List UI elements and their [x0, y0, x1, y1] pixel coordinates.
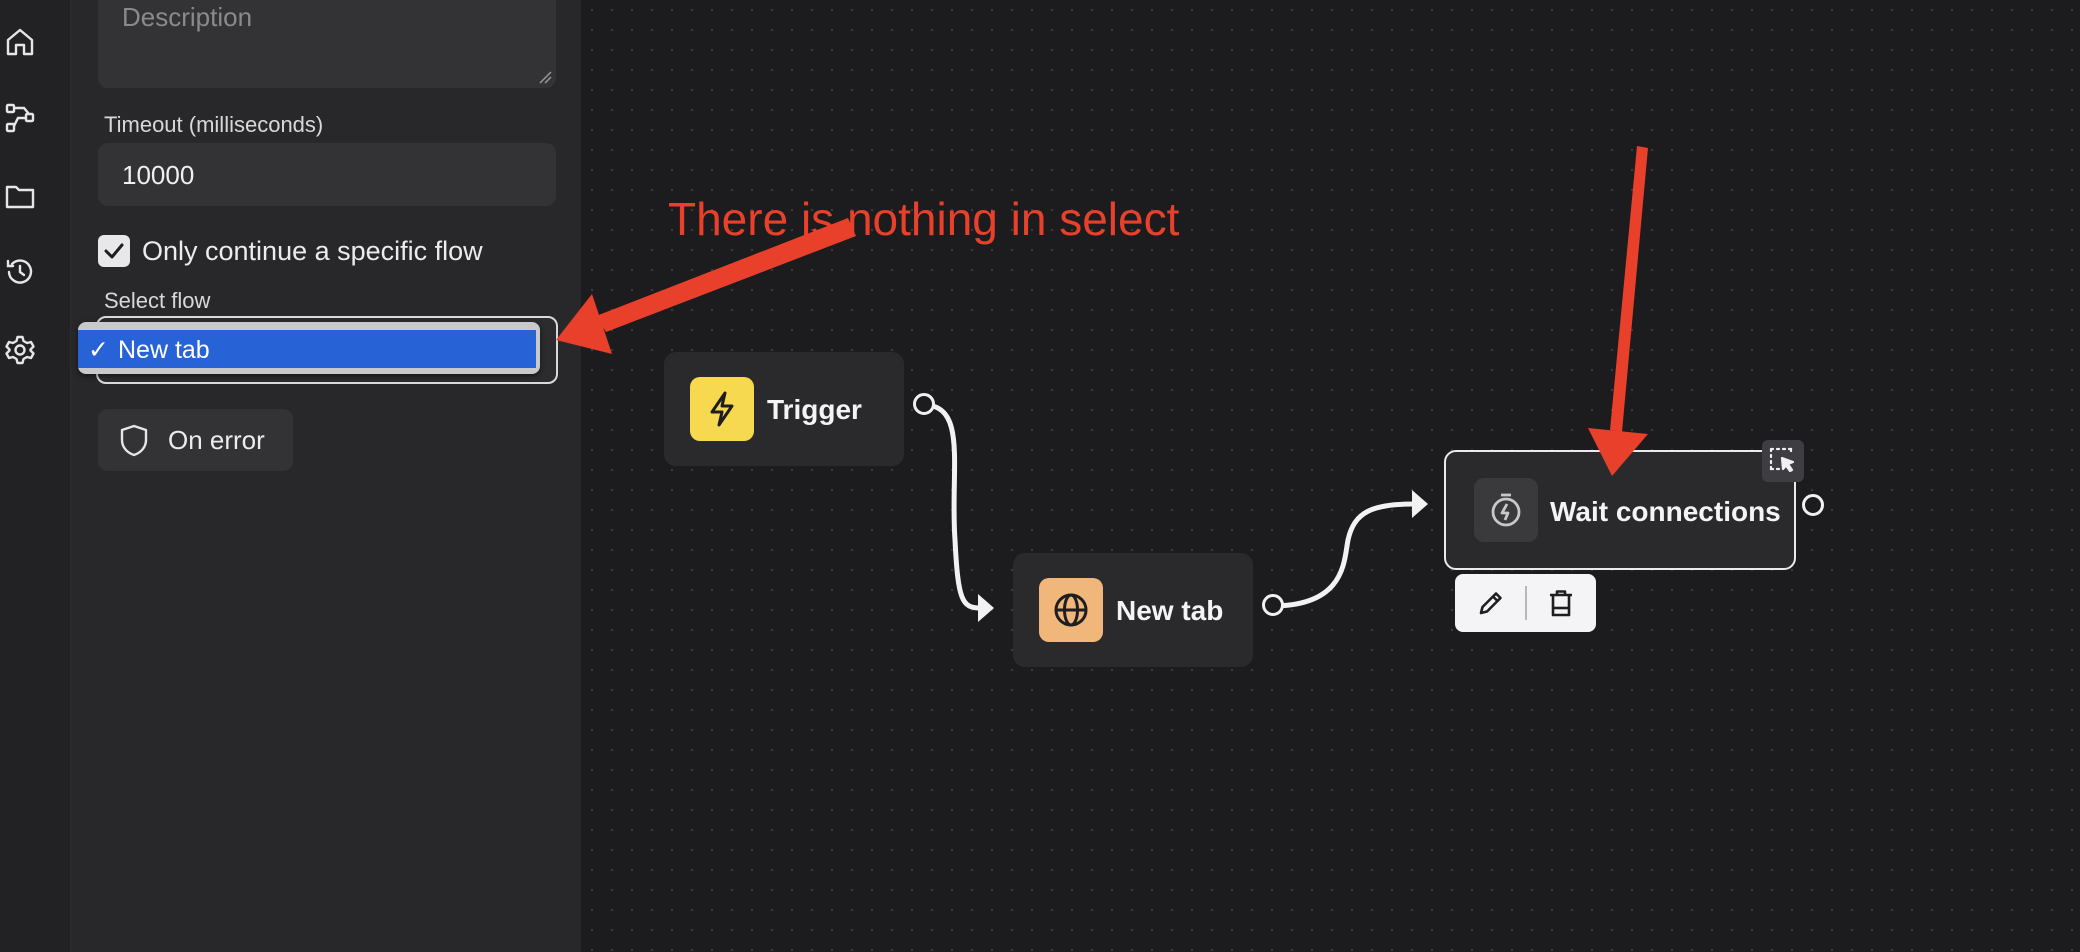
- trash-icon[interactable]: [1545, 587, 1577, 619]
- history-icon[interactable]: [4, 256, 36, 288]
- node-toolbar: [1455, 574, 1596, 632]
- description-placeholder: Description: [122, 2, 253, 32]
- select-flow-label: Select flow: [104, 288, 211, 313]
- select-node-icon[interactable]: [1762, 440, 1804, 482]
- toolbar-divider: [1525, 586, 1527, 620]
- trigger-output-handle[interactable]: [913, 393, 935, 415]
- pencil-icon[interactable]: [1475, 587, 1507, 619]
- globe-icon: [1039, 578, 1103, 642]
- timeout-input[interactable]: 10000: [98, 143, 556, 206]
- trigger-node-title: Trigger: [767, 394, 862, 425]
- on-error-label: On error: [168, 425, 265, 455]
- description-textarea[interactable]: Description: [98, 0, 556, 88]
- checkmark-icon: [104, 243, 124, 259]
- folder-icon[interactable]: [4, 180, 36, 212]
- workflow-icon[interactable]: [4, 102, 36, 134]
- annotation-text: There is nothing in select: [668, 193, 1180, 245]
- new-tab-node-title: New tab: [1116, 595, 1224, 626]
- only-continue-label: Only continue a specific flow: [142, 236, 483, 266]
- timeout-label: Timeout (milliseconds): [104, 112, 324, 137]
- icon-rail: [0, 0, 71, 952]
- shield-icon: [120, 424, 148, 457]
- new-tab-output-handle[interactable]: [1262, 594, 1284, 616]
- select-option-label: New tab: [118, 336, 210, 364]
- wait-connections-node-title: Wait connections: [1550, 496, 1781, 527]
- resize-grip-icon[interactable]: [538, 70, 552, 84]
- on-error-button[interactable]: On error: [98, 409, 293, 471]
- home-icon[interactable]: [4, 26, 36, 58]
- select-flow-option[interactable]: ✓ New tab: [78, 330, 536, 368]
- workflow-canvas[interactable]: [582, 0, 2080, 952]
- stopwatch-icon: [1474, 478, 1538, 542]
- wait-connections-node[interactable]: Wait connections: [1444, 450, 1796, 570]
- settings-icon[interactable]: [4, 334, 36, 366]
- checkmark-icon: ✓: [88, 336, 109, 364]
- new-tab-node[interactable]: New tab: [1013, 553, 1253, 667]
- wait-connections-output-handle[interactable]: [1802, 494, 1824, 516]
- lightning-icon: [690, 377, 754, 441]
- trigger-node[interactable]: Trigger: [664, 352, 904, 466]
- only-continue-checkbox[interactable]: [98, 235, 130, 267]
